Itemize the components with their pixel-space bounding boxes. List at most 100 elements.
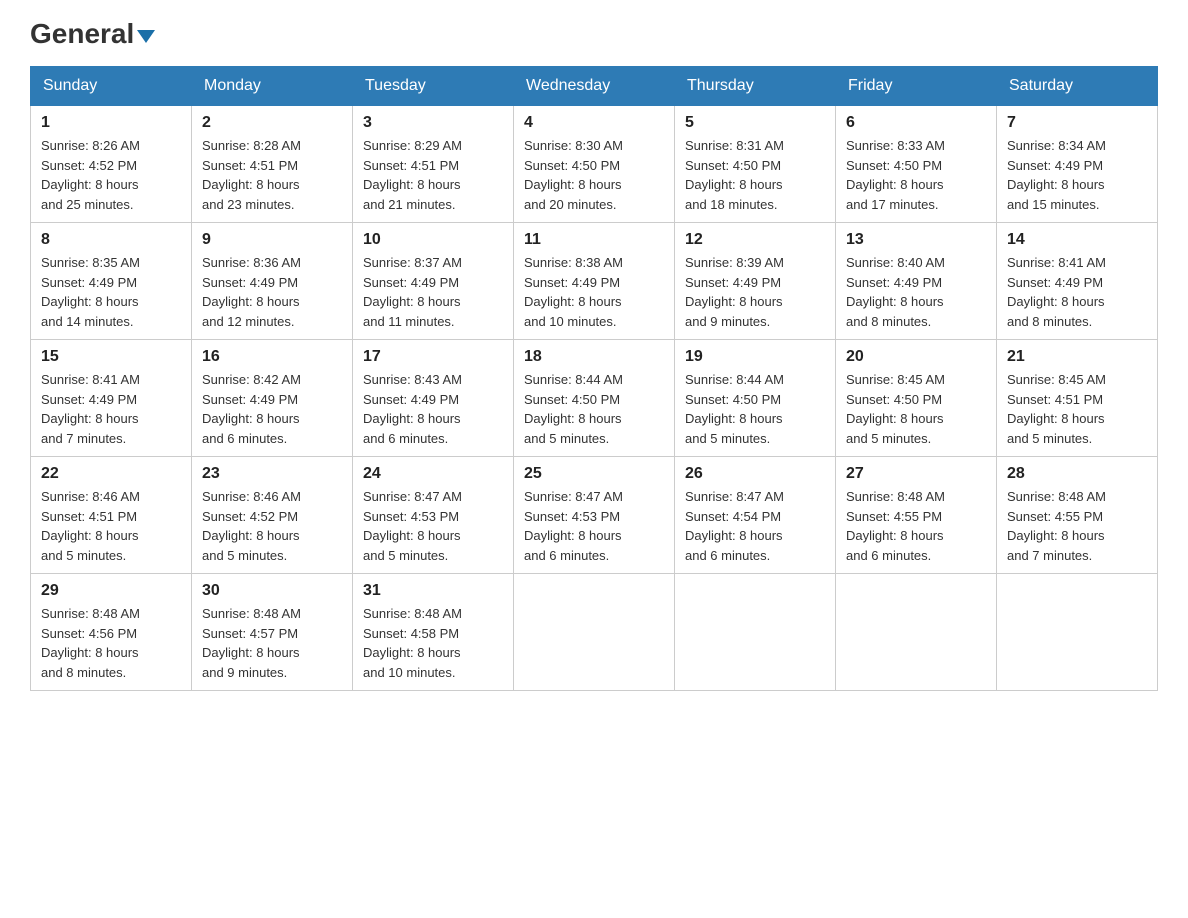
day-number: 21 — [1007, 348, 1147, 366]
day-info: Sunrise: 8:48 AMSunset: 4:55 PMDaylight:… — [846, 487, 986, 565]
calendar-day-cell: 26 Sunrise: 8:47 AMSunset: 4:54 PMDaylig… — [675, 457, 836, 574]
calendar-day-cell: 2 Sunrise: 8:28 AMSunset: 4:51 PMDayligh… — [192, 106, 353, 223]
weekday-header-cell: Thursday — [675, 67, 836, 106]
weekday-header-cell: Wednesday — [514, 67, 675, 106]
day-info: Sunrise: 8:33 AMSunset: 4:50 PMDaylight:… — [846, 136, 986, 214]
day-number: 1 — [41, 114, 181, 132]
day-info: Sunrise: 8:26 AMSunset: 4:52 PMDaylight:… — [41, 136, 181, 214]
calendar-day-cell: 24 Sunrise: 8:47 AMSunset: 4:53 PMDaylig… — [353, 457, 514, 574]
day-info: Sunrise: 8:45 AMSunset: 4:50 PMDaylight:… — [846, 370, 986, 448]
calendar-day-cell: 29 Sunrise: 8:48 AMSunset: 4:56 PMDaylig… — [31, 574, 192, 691]
day-info: Sunrise: 8:48 AMSunset: 4:57 PMDaylight:… — [202, 604, 342, 682]
day-info: Sunrise: 8:28 AMSunset: 4:51 PMDaylight:… — [202, 136, 342, 214]
calendar-day-cell: 15 Sunrise: 8:41 AMSunset: 4:49 PMDaylig… — [31, 340, 192, 457]
day-number: 11 — [524, 231, 664, 249]
day-number: 14 — [1007, 231, 1147, 249]
day-number: 9 — [202, 231, 342, 249]
calendar-day-cell: 25 Sunrise: 8:47 AMSunset: 4:53 PMDaylig… — [514, 457, 675, 574]
calendar-day-cell: 9 Sunrise: 8:36 AMSunset: 4:49 PMDayligh… — [192, 223, 353, 340]
day-number: 3 — [363, 114, 503, 132]
day-number: 4 — [524, 114, 664, 132]
day-number: 7 — [1007, 114, 1147, 132]
calendar-week-row: 15 Sunrise: 8:41 AMSunset: 4:49 PMDaylig… — [31, 340, 1158, 457]
day-number: 25 — [524, 465, 664, 483]
calendar-day-cell — [836, 574, 997, 691]
day-info: Sunrise: 8:48 AMSunset: 4:56 PMDaylight:… — [41, 604, 181, 682]
day-number: 24 — [363, 465, 503, 483]
calendar-day-cell: 12 Sunrise: 8:39 AMSunset: 4:49 PMDaylig… — [675, 223, 836, 340]
calendar-week-row: 22 Sunrise: 8:46 AMSunset: 4:51 PMDaylig… — [31, 457, 1158, 574]
day-number: 20 — [846, 348, 986, 366]
weekday-header-cell: Sunday — [31, 67, 192, 106]
day-info: Sunrise: 8:42 AMSunset: 4:49 PMDaylight:… — [202, 370, 342, 448]
day-number: 28 — [1007, 465, 1147, 483]
day-number: 15 — [41, 348, 181, 366]
weekday-header-cell: Tuesday — [353, 67, 514, 106]
day-info: Sunrise: 8:41 AMSunset: 4:49 PMDaylight:… — [41, 370, 181, 448]
logo-triangle-icon — [137, 30, 155, 43]
calendar-week-row: 29 Sunrise: 8:48 AMSunset: 4:56 PMDaylig… — [31, 574, 1158, 691]
day-info: Sunrise: 8:44 AMSunset: 4:50 PMDaylight:… — [685, 370, 825, 448]
day-info: Sunrise: 8:43 AMSunset: 4:49 PMDaylight:… — [363, 370, 503, 448]
weekday-header-cell: Saturday — [997, 67, 1158, 106]
calendar-day-cell: 28 Sunrise: 8:48 AMSunset: 4:55 PMDaylig… — [997, 457, 1158, 574]
calendar-day-cell: 27 Sunrise: 8:48 AMSunset: 4:55 PMDaylig… — [836, 457, 997, 574]
calendar-day-cell: 3 Sunrise: 8:29 AMSunset: 4:51 PMDayligh… — [353, 106, 514, 223]
day-number: 26 — [685, 465, 825, 483]
day-info: Sunrise: 8:44 AMSunset: 4:50 PMDaylight:… — [524, 370, 664, 448]
day-info: Sunrise: 8:38 AMSunset: 4:49 PMDaylight:… — [524, 253, 664, 331]
day-number: 6 — [846, 114, 986, 132]
day-info: Sunrise: 8:36 AMSunset: 4:49 PMDaylight:… — [202, 253, 342, 331]
weekday-header-cell: Monday — [192, 67, 353, 106]
calendar-day-cell: 17 Sunrise: 8:43 AMSunset: 4:49 PMDaylig… — [353, 340, 514, 457]
day-info: Sunrise: 8:41 AMSunset: 4:49 PMDaylight:… — [1007, 253, 1147, 331]
calendar-table: SundayMondayTuesdayWednesdayThursdayFrid… — [30, 66, 1158, 691]
calendar-day-cell: 18 Sunrise: 8:44 AMSunset: 4:50 PMDaylig… — [514, 340, 675, 457]
calendar-day-cell: 16 Sunrise: 8:42 AMSunset: 4:49 PMDaylig… — [192, 340, 353, 457]
day-number: 8 — [41, 231, 181, 249]
day-number: 30 — [202, 582, 342, 600]
day-number: 31 — [363, 582, 503, 600]
weekday-header-cell: Friday — [836, 67, 997, 106]
calendar-day-cell: 8 Sunrise: 8:35 AMSunset: 4:49 PMDayligh… — [31, 223, 192, 340]
calendar-day-cell: 13 Sunrise: 8:40 AMSunset: 4:49 PMDaylig… — [836, 223, 997, 340]
calendar-day-cell: 5 Sunrise: 8:31 AMSunset: 4:50 PMDayligh… — [675, 106, 836, 223]
calendar-week-row: 8 Sunrise: 8:35 AMSunset: 4:49 PMDayligh… — [31, 223, 1158, 340]
day-info: Sunrise: 8:48 AMSunset: 4:58 PMDaylight:… — [363, 604, 503, 682]
day-info: Sunrise: 8:29 AMSunset: 4:51 PMDaylight:… — [363, 136, 503, 214]
day-number: 2 — [202, 114, 342, 132]
logo: General — [30, 20, 155, 46]
day-info: Sunrise: 8:46 AMSunset: 4:52 PMDaylight:… — [202, 487, 342, 565]
day-info: Sunrise: 8:48 AMSunset: 4:55 PMDaylight:… — [1007, 487, 1147, 565]
day-number: 23 — [202, 465, 342, 483]
page-header: General — [30, 20, 1158, 46]
calendar-day-cell: 23 Sunrise: 8:46 AMSunset: 4:52 PMDaylig… — [192, 457, 353, 574]
day-info: Sunrise: 8:31 AMSunset: 4:50 PMDaylight:… — [685, 136, 825, 214]
day-info: Sunrise: 8:34 AMSunset: 4:49 PMDaylight:… — [1007, 136, 1147, 214]
calendar-day-cell: 22 Sunrise: 8:46 AMSunset: 4:51 PMDaylig… — [31, 457, 192, 574]
day-number: 12 — [685, 231, 825, 249]
calendar-body: 1 Sunrise: 8:26 AMSunset: 4:52 PMDayligh… — [31, 106, 1158, 691]
day-number: 29 — [41, 582, 181, 600]
day-info: Sunrise: 8:47 AMSunset: 4:53 PMDaylight:… — [363, 487, 503, 565]
day-info: Sunrise: 8:47 AMSunset: 4:53 PMDaylight:… — [524, 487, 664, 565]
day-number: 22 — [41, 465, 181, 483]
calendar-day-cell: 10 Sunrise: 8:37 AMSunset: 4:49 PMDaylig… — [353, 223, 514, 340]
day-number: 16 — [202, 348, 342, 366]
calendar-day-cell: 11 Sunrise: 8:38 AMSunset: 4:49 PMDaylig… — [514, 223, 675, 340]
day-info: Sunrise: 8:35 AMSunset: 4:49 PMDaylight:… — [41, 253, 181, 331]
calendar-week-row: 1 Sunrise: 8:26 AMSunset: 4:52 PMDayligh… — [31, 106, 1158, 223]
day-info: Sunrise: 8:39 AMSunset: 4:49 PMDaylight:… — [685, 253, 825, 331]
day-info: Sunrise: 8:46 AMSunset: 4:51 PMDaylight:… — [41, 487, 181, 565]
day-info: Sunrise: 8:40 AMSunset: 4:49 PMDaylight:… — [846, 253, 986, 331]
day-number: 5 — [685, 114, 825, 132]
calendar-day-cell: 1 Sunrise: 8:26 AMSunset: 4:52 PMDayligh… — [31, 106, 192, 223]
day-number: 18 — [524, 348, 664, 366]
day-info: Sunrise: 8:45 AMSunset: 4:51 PMDaylight:… — [1007, 370, 1147, 448]
day-number: 13 — [846, 231, 986, 249]
calendar-day-cell: 31 Sunrise: 8:48 AMSunset: 4:58 PMDaylig… — [353, 574, 514, 691]
calendar-day-cell: 30 Sunrise: 8:48 AMSunset: 4:57 PMDaylig… — [192, 574, 353, 691]
day-number: 10 — [363, 231, 503, 249]
calendar-day-cell — [675, 574, 836, 691]
calendar-day-cell: 6 Sunrise: 8:33 AMSunset: 4:50 PMDayligh… — [836, 106, 997, 223]
